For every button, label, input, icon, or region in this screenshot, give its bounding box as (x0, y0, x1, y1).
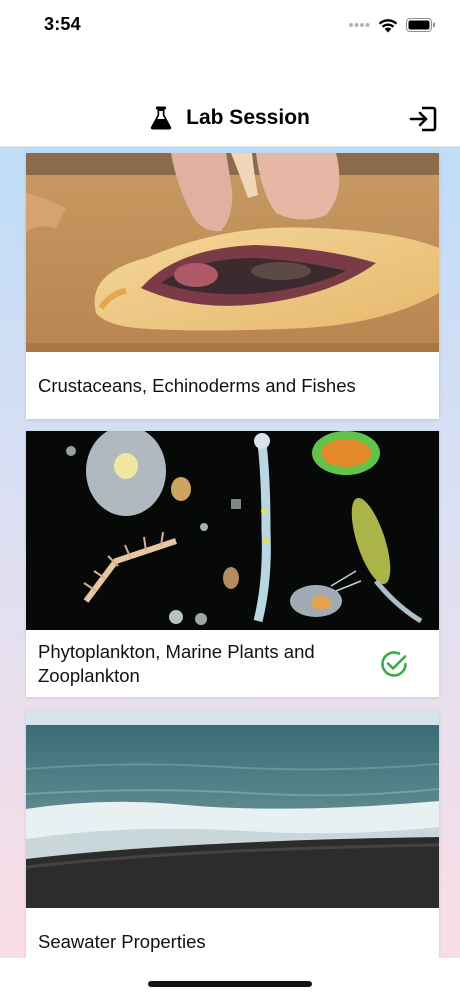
fish-dissection-photo (26, 153, 439, 352)
card-footer: Seawater Properties (26, 908, 439, 958)
status-icons (348, 14, 436, 36)
page-title: Lab Session (186, 106, 310, 129)
flask-icon (150, 106, 172, 130)
completed-check-icon (381, 650, 407, 677)
logout-icon (409, 106, 437, 132)
home-indicator-area (0, 958, 460, 996)
session-card-phytoplankton[interactable]: Phytoplankton, Marine Plants and Zooplan… (26, 431, 439, 697)
card-title: Seawater Properties (38, 930, 206, 952)
logout-button[interactable] (408, 104, 438, 134)
card-title: Crustaceans, Echinoderms and Fishes (38, 374, 356, 396)
home-indicator[interactable] (148, 981, 312, 987)
plankton-photo (26, 431, 439, 630)
nav-title-group: Lab Session (0, 106, 460, 130)
wifi-icon (378, 18, 398, 32)
card-footer: Crustaceans, Echinoderms and Fishes (26, 352, 439, 419)
session-list[interactable]: Crustaceans, Echinoderms and Fishes Phyt… (0, 147, 460, 958)
navigation-bar: Lab Session (0, 96, 460, 147)
battery-icon (406, 18, 435, 32)
lab-session-screen: 3:54 Lab Session Crustaceans, Echinoderm… (0, 0, 460, 996)
ocean-waves-photo (26, 709, 439, 908)
card-title: Phytoplankton, Marine Plants and Zooplan… (38, 640, 315, 686)
status-time: 3:54 (44, 14, 81, 34)
session-card-seawater[interactable]: Seawater Properties (26, 709, 439, 958)
card-footer: Phytoplankton, Marine Plants and Zooplan… (26, 630, 439, 697)
status-bar: 3:54 (0, 0, 460, 52)
cellular-signal-icon (349, 23, 370, 27)
session-card-crustaceans[interactable]: Crustaceans, Echinoderms and Fishes (26, 153, 439, 419)
